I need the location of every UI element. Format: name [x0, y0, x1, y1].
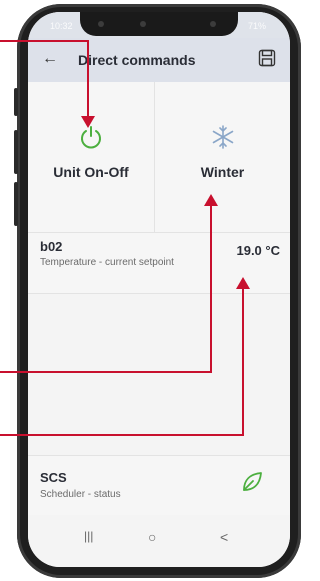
tile-label: Unit On-Off — [53, 164, 129, 180]
camera-icon — [140, 21, 146, 27]
sensor-icon — [210, 21, 216, 27]
annotation-line — [210, 205, 212, 373]
scheduler-row[interactable]: SCS Scheduler - status — [28, 455, 290, 517]
annotation-line — [87, 40, 89, 120]
command-tiles: Unit On-Off Winter — [28, 82, 290, 233]
phone-screen: 10:32 71% ← Direct commands Unit On-Off — [28, 12, 290, 567]
annotation-line — [0, 371, 212, 373]
recent-apps-button[interactable]: ||| — [84, 529, 93, 543]
annotation-arrowhead — [204, 194, 218, 206]
parameter-code: b02 — [40, 239, 63, 254]
unit-on-off-tile[interactable]: Unit On-Off — [28, 82, 155, 232]
winter-tile[interactable]: Winter — [155, 82, 290, 232]
status-battery: 71% — [247, 21, 266, 31]
save-icon[interactable] — [258, 49, 276, 67]
annotation-arrowhead — [236, 277, 250, 289]
nav-back-button[interactable]: < — [220, 529, 228, 545]
sensor-icon — [98, 21, 104, 27]
phone-side-button — [14, 182, 18, 226]
annotation-line — [0, 40, 88, 42]
empty-area — [28, 294, 290, 454]
status-time: 10:32 — [50, 21, 73, 31]
annotation-arrowhead — [81, 116, 95, 128]
home-button[interactable]: ○ — [148, 529, 156, 545]
phone-side-button — [14, 88, 18, 116]
page-title: Direct commands — [78, 52, 196, 68]
annotation-line — [242, 288, 244, 436]
back-arrow-icon[interactable]: ← — [42, 50, 58, 68]
system-nav-bar: ||| ○ < — [28, 515, 290, 567]
parameter-code: SCS — [40, 470, 67, 485]
phone-side-button — [14, 130, 18, 174]
app-bar: ← Direct commands — [28, 38, 290, 82]
snowflake-icon — [212, 125, 233, 149]
setpoint-row[interactable]: b02 Temperature - current setpoint 19.0 … — [28, 233, 290, 294]
camera-notch — [80, 12, 238, 36]
annotation-line — [0, 434, 244, 436]
parameter-description: Temperature - current setpoint — [40, 257, 174, 268]
leaf-icon — [243, 472, 262, 491]
parameter-value: 19.0 °C — [236, 243, 280, 258]
parameter-description: Scheduler - status — [40, 489, 121, 500]
tile-label: Winter — [200, 164, 245, 180]
